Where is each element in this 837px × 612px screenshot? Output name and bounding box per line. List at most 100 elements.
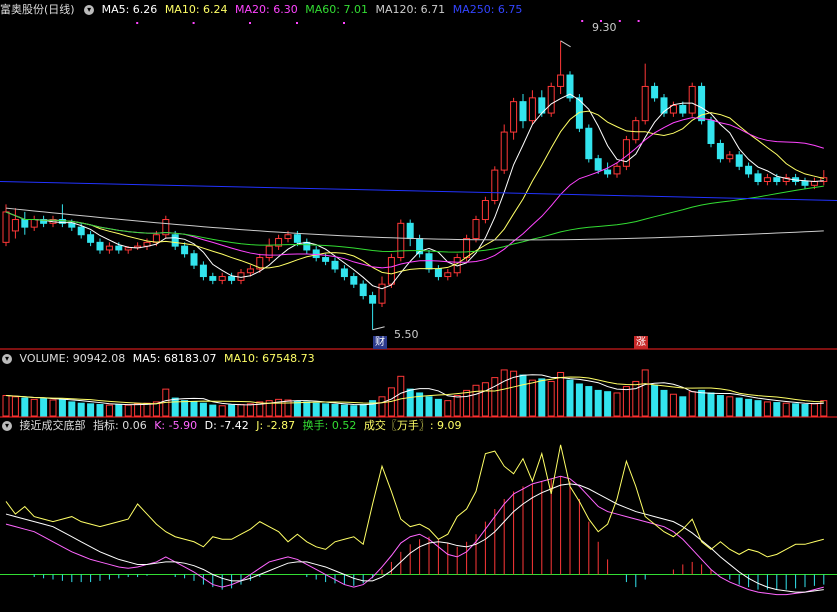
candle-body [340, 268, 348, 278]
indicator-k: K: -5.90 [154, 419, 198, 432]
volume-bar [209, 404, 217, 417]
candle-body [378, 283, 386, 304]
candle-body [547, 85, 555, 114]
candle-body [472, 219, 480, 240]
volume-bar [49, 399, 57, 417]
volume-bar [792, 403, 800, 417]
candle-body [763, 177, 771, 183]
volume-bar [735, 397, 743, 417]
candle-body [96, 241, 104, 251]
volume-bar [538, 378, 546, 417]
candle-body [387, 257, 395, 285]
candle-body [293, 234, 301, 243]
candle-body [303, 241, 311, 251]
candle-body [11, 219, 19, 232]
candle-body [30, 219, 38, 228]
candle-body [481, 200, 489, 221]
candle-body [500, 131, 508, 171]
volume-bar [688, 391, 696, 417]
volume-bar [11, 396, 19, 417]
signal-dot [296, 22, 298, 24]
volume-bar [30, 398, 38, 417]
volume-panel [2, 369, 828, 417]
ma120-label: MA120: 6.71 [375, 3, 446, 16]
candle-body [726, 154, 734, 160]
volume-bar [359, 403, 367, 417]
candle-body [622, 139, 630, 167]
candle-body [171, 234, 179, 247]
volume-bar [171, 397, 179, 417]
j-line [5, 444, 824, 558]
candle-body [105, 245, 113, 251]
volume-bar [124, 404, 132, 417]
indicator-j: J: -2.87 [256, 419, 296, 432]
volume-bar [284, 399, 292, 417]
candle-body [284, 234, 292, 240]
volume-bar [331, 403, 339, 417]
signal-dot [192, 22, 195, 24]
volume-bar [96, 403, 104, 417]
candle-body [604, 169, 612, 175]
price-panel [0, 20, 837, 331]
volume-bar [181, 400, 189, 417]
candle-body [810, 181, 818, 186]
volume-bar [303, 401, 311, 417]
signal-dot [343, 22, 345, 24]
volume-bar [575, 383, 583, 417]
volume-bar [481, 382, 489, 417]
finance-marker[interactable]: 财 [373, 336, 387, 349]
ma250-label: MA250: 6.75 [452, 3, 523, 16]
ma20-label: MA20: 6.30 [235, 3, 298, 16]
volume-bar [293, 400, 301, 417]
volume-bar [566, 379, 574, 417]
candle-body [801, 181, 809, 186]
volume-bar [801, 403, 809, 417]
volume-bar [190, 401, 198, 417]
candle-body [585, 127, 593, 160]
volume-value: VOLUME: 90942.08 [19, 352, 126, 365]
volume-ma10: MA10: 67548.73 [223, 352, 315, 365]
ma120-line [5, 207, 824, 241]
candle-body [322, 257, 330, 262]
candle-body [350, 276, 358, 285]
candle-body [651, 85, 659, 99]
volume-bar [58, 398, 66, 417]
volume-bar [632, 380, 640, 417]
candle-body [331, 260, 339, 270]
volume-bar [557, 371, 565, 417]
candle-body [190, 253, 198, 266]
volume-bar [68, 401, 76, 417]
volume-bar [622, 386, 630, 417]
candle-body [463, 238, 471, 259]
low-price-label: 5.50 [394, 328, 419, 341]
volume-ma5: MA5: 68183.07 [132, 352, 217, 365]
volume-bar [698, 389, 706, 417]
candle-body [519, 101, 527, 122]
signal-dot [618, 20, 621, 22]
signal-dot [249, 22, 251, 24]
candle-body [557, 74, 565, 87]
candle-body [716, 142, 724, 160]
candle-body [641, 85, 649, 122]
limit-up-marker[interactable]: 涨 [634, 336, 648, 349]
volume-bar [519, 374, 527, 417]
indicator-turnover: 换手: 0.52 [302, 419, 357, 432]
volume-bar [378, 396, 386, 417]
volume-bar [105, 404, 113, 417]
chevron-down-icon[interactable]: ▾ [2, 354, 12, 364]
candle-body [369, 295, 377, 304]
volume-bar [707, 392, 715, 417]
volume-bar [143, 402, 151, 417]
candle-body [181, 245, 189, 255]
indicator-panel [0, 444, 837, 596]
chevron-down-icon[interactable]: ▾ [2, 421, 12, 431]
volume-bar [585, 386, 593, 417]
ma5-label: MA5: 6.26 [101, 3, 158, 16]
volume-bar [406, 388, 414, 417]
stock-title: 富奥股份(日线) [0, 3, 75, 16]
volume-bar [322, 403, 330, 417]
chevron-down-icon[interactable]: ▾ [84, 5, 95, 15]
indicator-metric: 指标: 0.06 [93, 419, 147, 432]
signal-dot [637, 20, 640, 22]
volume-bar [594, 389, 602, 417]
